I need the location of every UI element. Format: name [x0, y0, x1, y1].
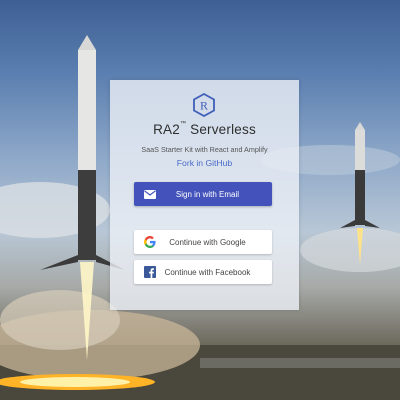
continue-google-button[interactable]: Continue with Google — [134, 230, 272, 254]
ra2-logo-icon: R — [192, 92, 216, 118]
sign-in-email-button[interactable]: Sign in with Email — [134, 182, 272, 206]
continue-facebook-button[interactable]: Continue with Facebook — [134, 260, 272, 284]
google-icon — [143, 235, 157, 249]
envelope-icon — [143, 187, 157, 201]
sign-in-card: R RA2™ Serverless SaaS Starter Kit with … — [110, 80, 299, 310]
continue-google-label: Continue with Google — [169, 237, 246, 247]
sign-in-email-label: Sign in with Email — [175, 189, 240, 199]
app-title: RA2™ Serverless — [153, 121, 256, 137]
app-subtitle: SaaS Starter Kit with React and Amplify — [141, 145, 268, 154]
facebook-icon — [143, 265, 157, 279]
fork-github-link[interactable]: Fork in GitHub — [110, 158, 299, 168]
continue-facebook-label: Continue with Facebook — [164, 267, 251, 277]
svg-text:R: R — [200, 99, 208, 113]
